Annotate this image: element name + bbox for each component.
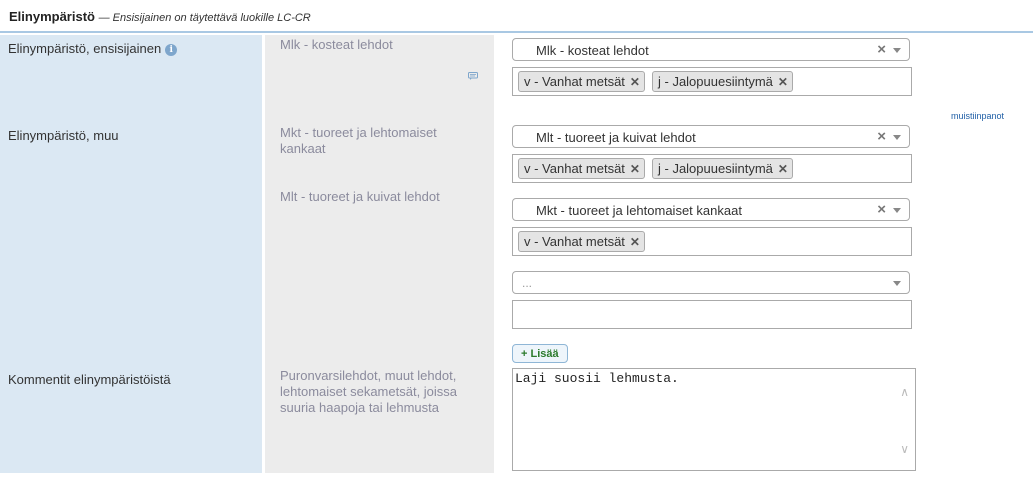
tag-label: v - Vanhat metsät [524,161,625,176]
comment-icon[interactable] [468,72,478,80]
label-cell: Elinympäristö, ensisijainen i [0,35,262,122]
tag: v - Vanhat metsät ✕ [518,71,645,92]
field-label: Elinympäristö, ensisijainen i [8,41,178,56]
other-habitat-select-3[interactable]: ... [512,271,910,294]
tag-label: j - Jalopuuesiintymä [658,161,773,176]
select-placeholder: ... [522,276,533,290]
label-cell: Kommentit elinympäristöistä [0,366,262,473]
original-value: Mlk - kosteat lehdot [280,37,393,52]
tag: v - Vanhat metsät ✕ [518,158,645,179]
select-value: Mlt - tuoreet ja kuivat lehdot [536,130,696,145]
chevron-down-icon[interactable] [893,48,901,53]
remove-tag-icon[interactable]: ✕ [778,75,788,89]
tag: j - Jalopuuesiintymä ✕ [652,158,793,179]
tag-label: v - Vanhat metsät [524,234,625,249]
section-subtitle: — Ensisijainen on täytettävä luokille LC… [98,12,311,24]
scroll-down-icon[interactable]: ∨ [900,442,909,456]
clear-icon[interactable]: × [877,41,886,58]
label-cell: Elinympäristö, muu [0,122,262,366]
tag-label: v - Vanhat metsät [524,74,625,89]
original-value: Mlt - tuoreet ja kuivat lehdot [280,189,440,204]
remove-tag-icon[interactable]: ✕ [778,162,788,176]
chevron-down-icon[interactable] [893,208,901,213]
other-habitat-select-2[interactable]: Mkt - tuoreet ja lehtomaiset kankaat × [512,198,910,221]
tag: j - Jalopuuesiintymä ✕ [652,71,793,92]
header-divider [0,31,1033,33]
clear-icon[interactable]: × [877,201,886,218]
remove-tag-icon[interactable]: ✕ [630,75,640,89]
primary-habitat-select[interactable]: Mlk - kosteat lehdot × [512,38,910,61]
original-value: Puronvarsilehdot, muut lehdot, lehtomais… [280,368,458,415]
info-icon[interactable]: i [165,43,178,56]
comments-text: Laji suosii lehmusta. [515,371,679,386]
select-value: Mlk - kosteat lehdot [536,43,649,58]
original-value-cell: Mlk - kosteat lehdot [265,35,494,122]
other-habitat-tags-2[interactable]: v - Vanhat metsät ✕ [512,227,912,256]
other-habitat-select-1[interactable]: Mlt - tuoreet ja kuivat lehdot × [512,125,910,148]
notes-link[interactable]: muistiinpanot [951,111,1004,121]
remove-tag-icon[interactable]: ✕ [630,235,640,249]
original-value-cell: Mkt - tuoreet ja lehtomaiset kankaat Mlt… [265,122,494,366]
field-label: Kommentit elinympäristöistä [8,372,171,387]
section-title-text: Elinympäristö [9,9,95,24]
chevron-down-icon[interactable] [893,135,901,140]
original-value-cell: Puronvarsilehdot, muut lehdot, lehtomais… [265,366,494,473]
tag: v - Vanhat metsät ✕ [518,231,645,252]
field-label-text: Elinympäristö, ensisijainen [8,41,162,56]
section-title: Elinympäristö — Ensisijainen on täytettä… [9,9,311,24]
primary-habitat-tags[interactable]: v - Vanhat metsät ✕ j - Jalopuuesiintymä ✕ [512,67,912,96]
clear-icon[interactable]: × [877,128,886,145]
field-label: Elinympäristö, muu [8,128,119,143]
other-habitat-tags-1[interactable]: v - Vanhat metsät ✕ j - Jalopuuesiintymä ✕ [512,154,912,183]
remove-tag-icon[interactable]: ✕ [630,162,640,176]
select-value: Mkt - tuoreet ja lehtomaiset kankaat [536,203,742,218]
chevron-down-icon[interactable] [893,281,901,286]
section-header: Elinympäristö — Ensisijainen on täytettä… [0,0,1033,33]
comments-textarea[interactable]: Laji suosii lehmusta. ∧ ∨ [512,368,916,471]
other-habitat-tags-3[interactable] [512,300,912,329]
scroll-up-icon[interactable]: ∧ [900,385,909,399]
original-value: Mkt - tuoreet ja lehtomaiset kankaat [280,125,437,156]
tag-label: j - Jalopuuesiintymä [658,74,773,89]
add-habitat-button[interactable]: + Lisää [512,344,568,363]
